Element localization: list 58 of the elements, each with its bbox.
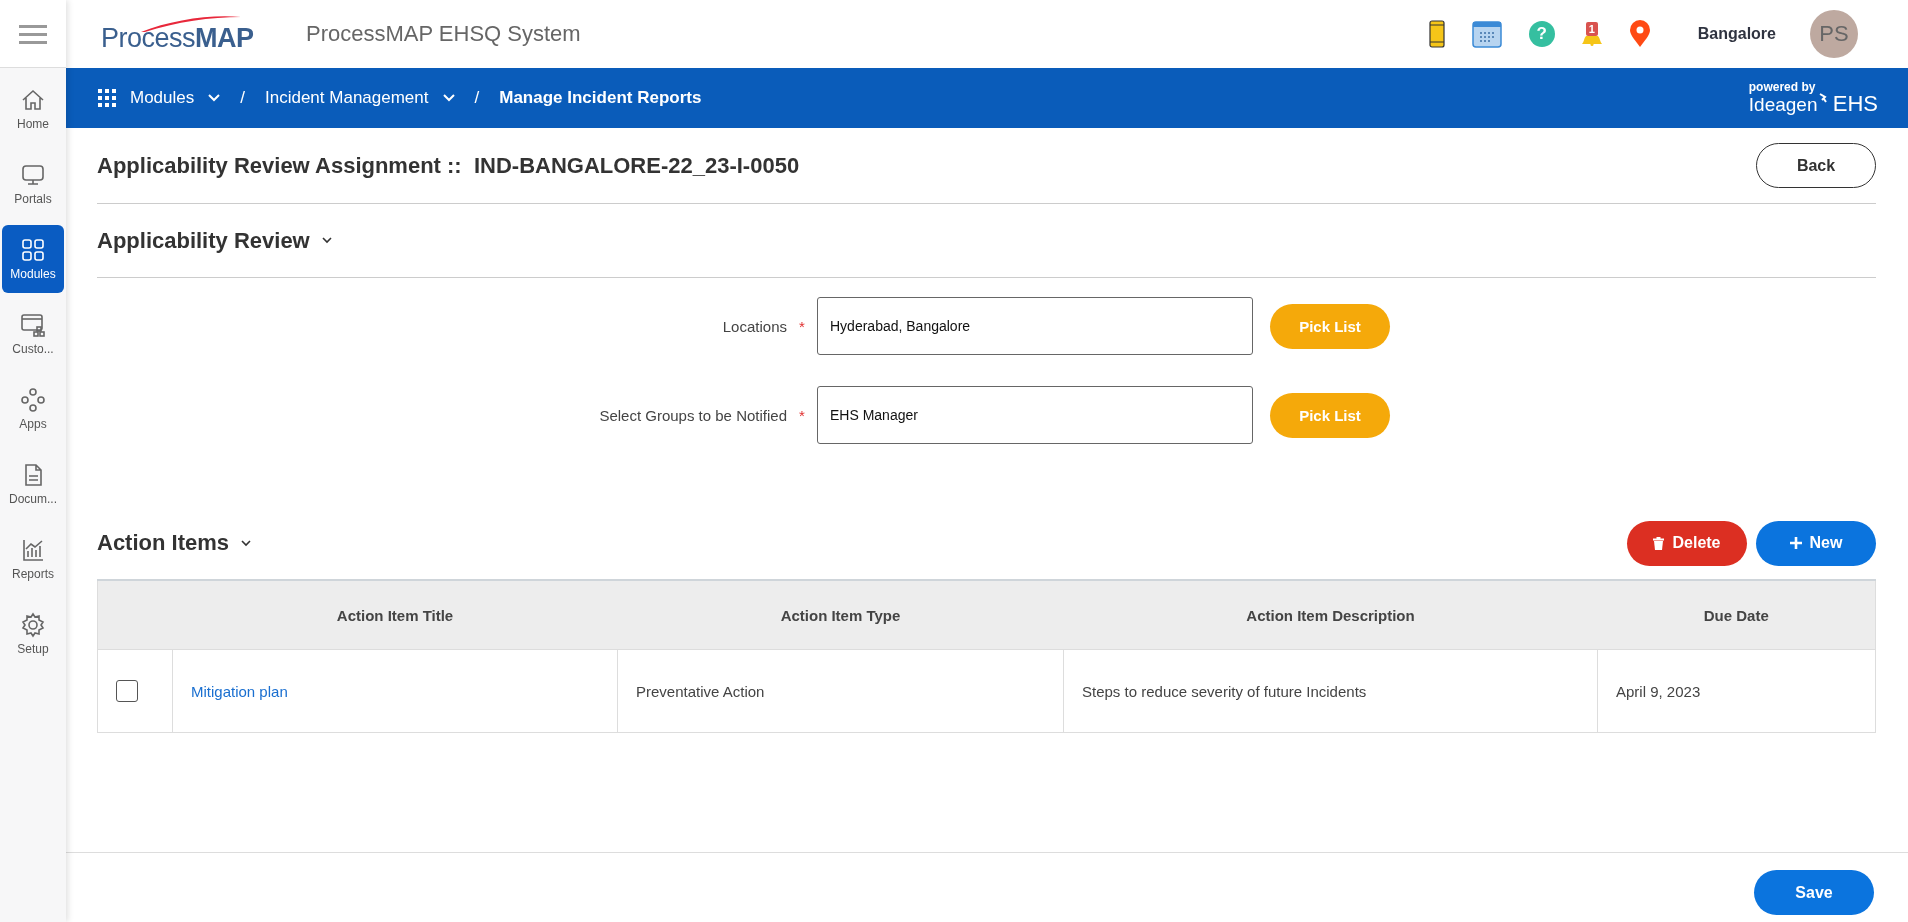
menu-icon[interactable] [0, 0, 66, 68]
breadcrumb-separator: / [240, 88, 245, 108]
field-label: Select Groups to be Notified [598, 406, 787, 424]
breadcrumb-link[interactable]: Incident Management [265, 88, 429, 108]
save-button[interactable]: Save [1754, 870, 1874, 915]
location-label[interactable]: Bangalore [1697, 25, 1776, 43]
monitor-icon[interactable] [20, 162, 46, 188]
input-field[interactable]: Hyderabad, Bangalore [817, 297, 1253, 355]
delete-button[interactable]: Delete [1627, 520, 1747, 566]
settings-icon[interactable] [20, 612, 46, 638]
caret-icon[interactable] [321, 237, 332, 244]
required-mark: * [798, 406, 806, 424]
sidebar-item[interactable]: Apps [2, 375, 64, 443]
table-cell: Steps to reduce severity of future Incidents [1082, 682, 1367, 700]
grid-icon[interactable] [20, 237, 46, 263]
chart-icon[interactable] [20, 537, 46, 563]
calendar-icon[interactable] [1471, 20, 1502, 48]
location-pin-icon[interactable] [1628, 20, 1651, 48]
breadcrumb-link[interactable]: Modules [130, 88, 195, 108]
sidebar-item[interactable]: Setup [2, 600, 64, 668]
chevron-down-icon[interactable] [208, 94, 221, 102]
table-cell: April 9, 2023 [1616, 682, 1701, 700]
plus-icon [1789, 537, 1802, 549]
ideagen-ehs-logo: powered by Ideagen EHS [1748, 81, 1878, 115]
sidebar-item[interactable]: Custo... [2, 300, 64, 368]
chevron-down-icon[interactable] [442, 94, 455, 102]
page-title: Applicability Review Assignment :: IND-BANGALORE-22_23-I-0050 [97, 152, 800, 179]
trash-icon [1653, 536, 1665, 550]
back-button[interactable]: Back [1756, 143, 1876, 188]
sidebar-item[interactable]: Reports [2, 525, 64, 593]
app-title: ProcessMAP EHSQ System [306, 21, 581, 47]
sidebar-item[interactable]: Home [2, 75, 64, 143]
processmap-logo[interactable]: ProcessMAP [101, 14, 261, 54]
row-checkbox[interactable] [116, 680, 138, 702]
mobile-phone-icon[interactable] [1428, 20, 1445, 48]
caret-icon[interactable] [241, 539, 252, 547]
sidebar-item[interactable]: Modules [2, 225, 64, 293]
apps-grid-icon[interactable] [98, 89, 116, 107]
column-header: Action Item Type [617, 580, 1064, 650]
sidebar-item[interactable]: Portals [2, 150, 64, 218]
section-heading: Action Items [97, 530, 230, 556]
home-icon[interactable] [20, 87, 46, 113]
column-header: Action Item Description [1063, 580, 1598, 650]
new-button[interactable]: New [1756, 520, 1876, 566]
field-label: Locations [721, 317, 787, 335]
column-header: Due Date [1597, 580, 1876, 650]
circles-icon[interactable] [20, 387, 46, 413]
required-mark: * [798, 317, 806, 335]
window-icon[interactable] [20, 312, 46, 338]
breadcrumb-link[interactable]: Manage Incident Reports [499, 88, 702, 108]
notification-badge: 1 [1585, 22, 1598, 36]
table-cell: Preventative Action [636, 682, 765, 700]
sidebar-item[interactable]: Docum... [2, 450, 64, 518]
column-header: Action Item Title [172, 580, 618, 650]
breadcrumb-separator: / [474, 88, 480, 108]
section-heading: Applicability Review [97, 227, 310, 254]
input-field[interactable]: EHS Manager [817, 386, 1253, 444]
action-item-link[interactable]: Mitigation plan [191, 682, 288, 700]
